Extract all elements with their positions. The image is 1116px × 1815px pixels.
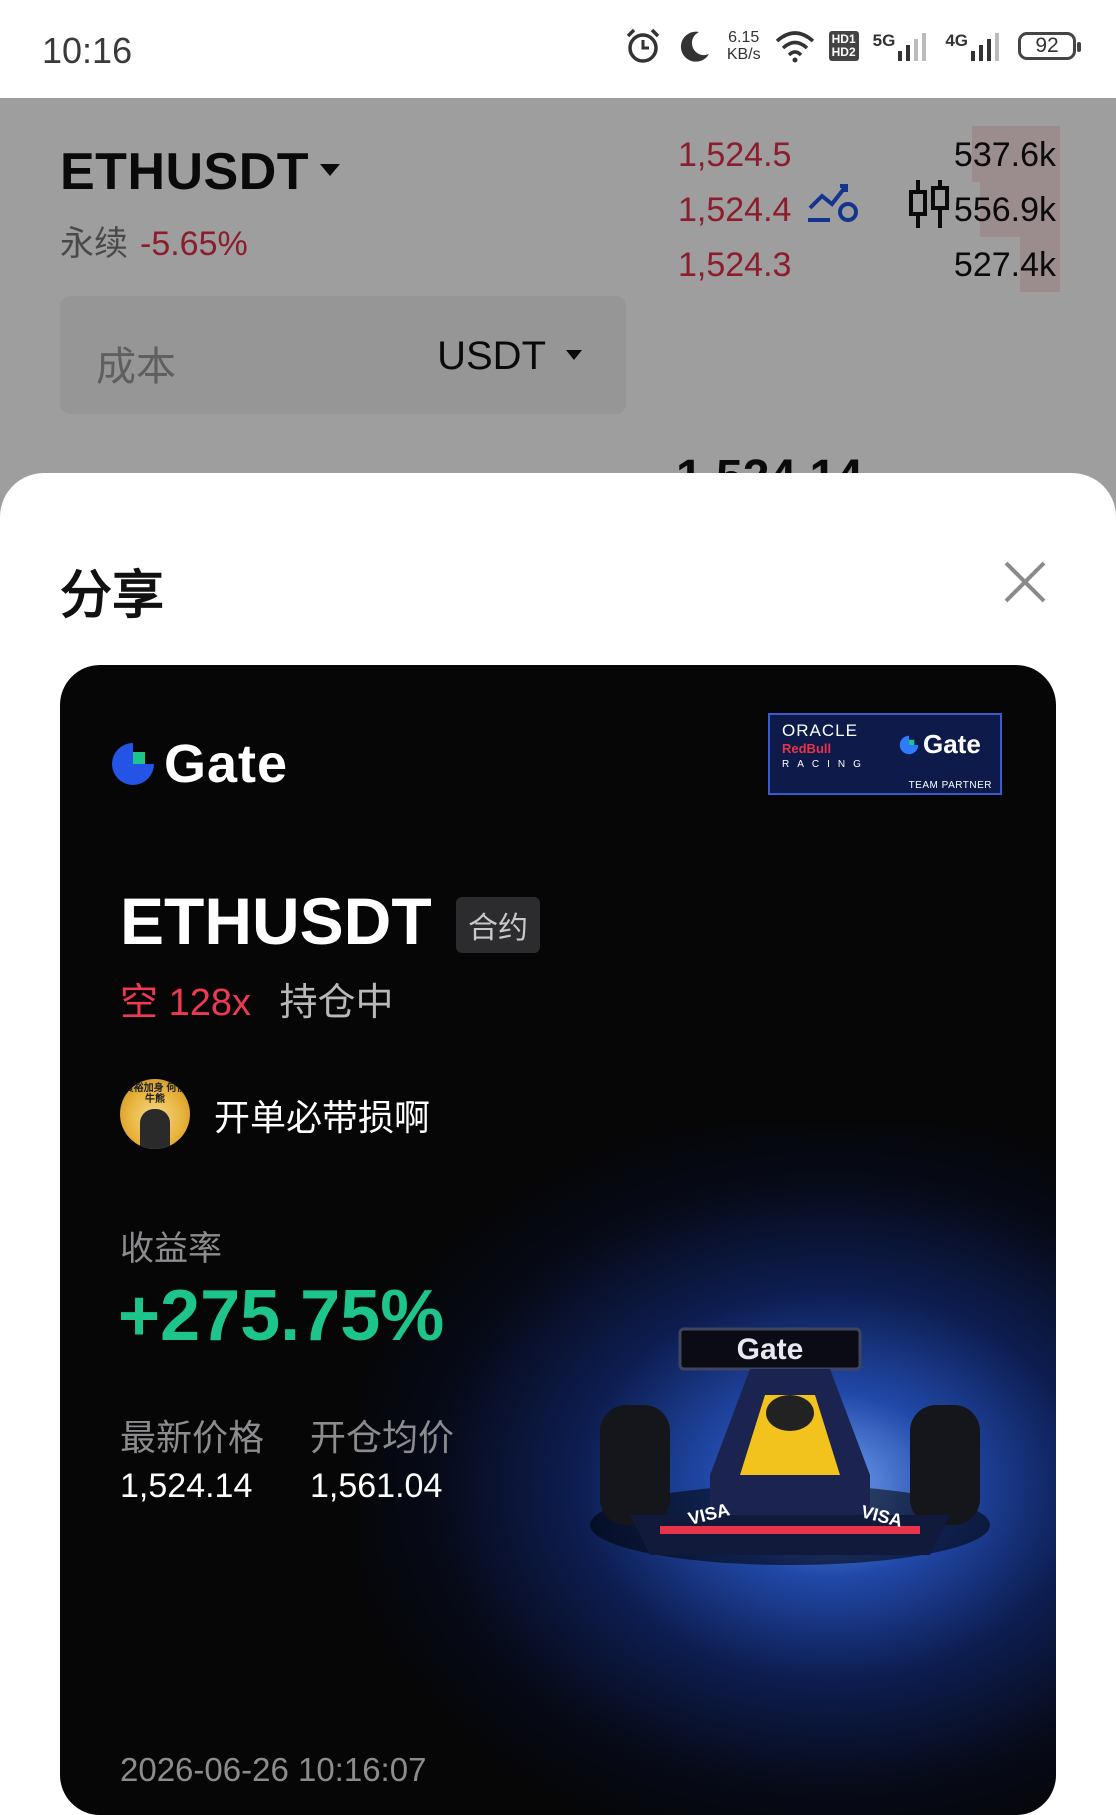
- net-speed: 6.15 KB/s: [726, 29, 761, 63]
- partner-gate-logo: Gate: [898, 729, 981, 760]
- sheet-title: 分享: [60, 567, 165, 625]
- signal-bars-icon: [971, 33, 999, 61]
- latest-price-label: 最新价格: [120, 1417, 265, 1458]
- card-pair: ETHUSDT: [120, 884, 432, 958]
- open-price: 1,561.04: [310, 1467, 443, 1505]
- status-time: 10:16: [42, 30, 133, 71]
- race-car-image: Gate VISA VISA: [590, 1327, 990, 1565]
- racing-label: RACING: [782, 759, 869, 770]
- signal-5g: 5G: [873, 31, 932, 61]
- moon-icon: [680, 31, 709, 62]
- battery-indicator: 92: [1018, 32, 1081, 60]
- close-icon[interactable]: [1002, 559, 1048, 605]
- brand-name: Gate: [164, 734, 289, 794]
- leverage: 128x: [168, 982, 251, 1024]
- direction: 空: [120, 982, 159, 1024]
- position-info: 空 128x 持仓中: [120, 971, 394, 1026]
- alarm-icon: [626, 28, 660, 63]
- gate-logo: Gate: [108, 733, 288, 795]
- team-partner-label: TEAM PARTNER: [908, 780, 992, 791]
- avatar-caption: 黄裕加身 何惧牛熊: [123, 1083, 187, 1105]
- latest-price: 1,524.14: [120, 1467, 253, 1505]
- redbull-logo: RedBull: [782, 741, 832, 756]
- contract-tag: 合约: [456, 897, 540, 953]
- return-value: +275.75%: [118, 1276, 445, 1356]
- hd-indicator: HD1 HD2: [828, 31, 859, 61]
- timestamp: 2026-06-26 10:16:07: [120, 1751, 427, 1788]
- share-card: Gate ORACLE RedBull RACING Gate TEAM PAR…: [60, 665, 1056, 1815]
- oracle-logo: ORACLE: [782, 721, 858, 740]
- status-bar: 10:16 6.15 KB/s HD1 HD2 5G 4G 92: [0, 0, 1116, 98]
- signal-bars-icon: [898, 33, 927, 61]
- share-sheet: 分享 Gate ORACLE RedBull RACING Gate TEAM: [0, 473, 1116, 1815]
- position-status: 持仓中: [279, 982, 394, 1024]
- username: 开单必带损啊: [214, 1097, 431, 1138]
- gate-logo-icon: [112, 743, 154, 785]
- open-price-label: 开仓均价: [310, 1417, 455, 1458]
- wifi-icon: [775, 31, 814, 63]
- status-icons: 6.15 KB/s HD1 HD2 5G 4G 92: [623, 26, 1081, 66]
- partner-badge: ORACLE RedBull RACING Gate TEAM PARTNER: [768, 713, 1002, 795]
- signal-4g: 4G: [945, 31, 1004, 61]
- avatar: 黄裕加身 何惧牛熊: [120, 1079, 190, 1149]
- car-livery-text: Gate: [737, 1333, 804, 1366]
- avatar-figure: [140, 1109, 170, 1149]
- return-label: 收益率: [120, 1230, 222, 1268]
- gate-logo-icon: [899, 735, 919, 754]
- backdrop-overlay[interactable]: [0, 98, 1116, 518]
